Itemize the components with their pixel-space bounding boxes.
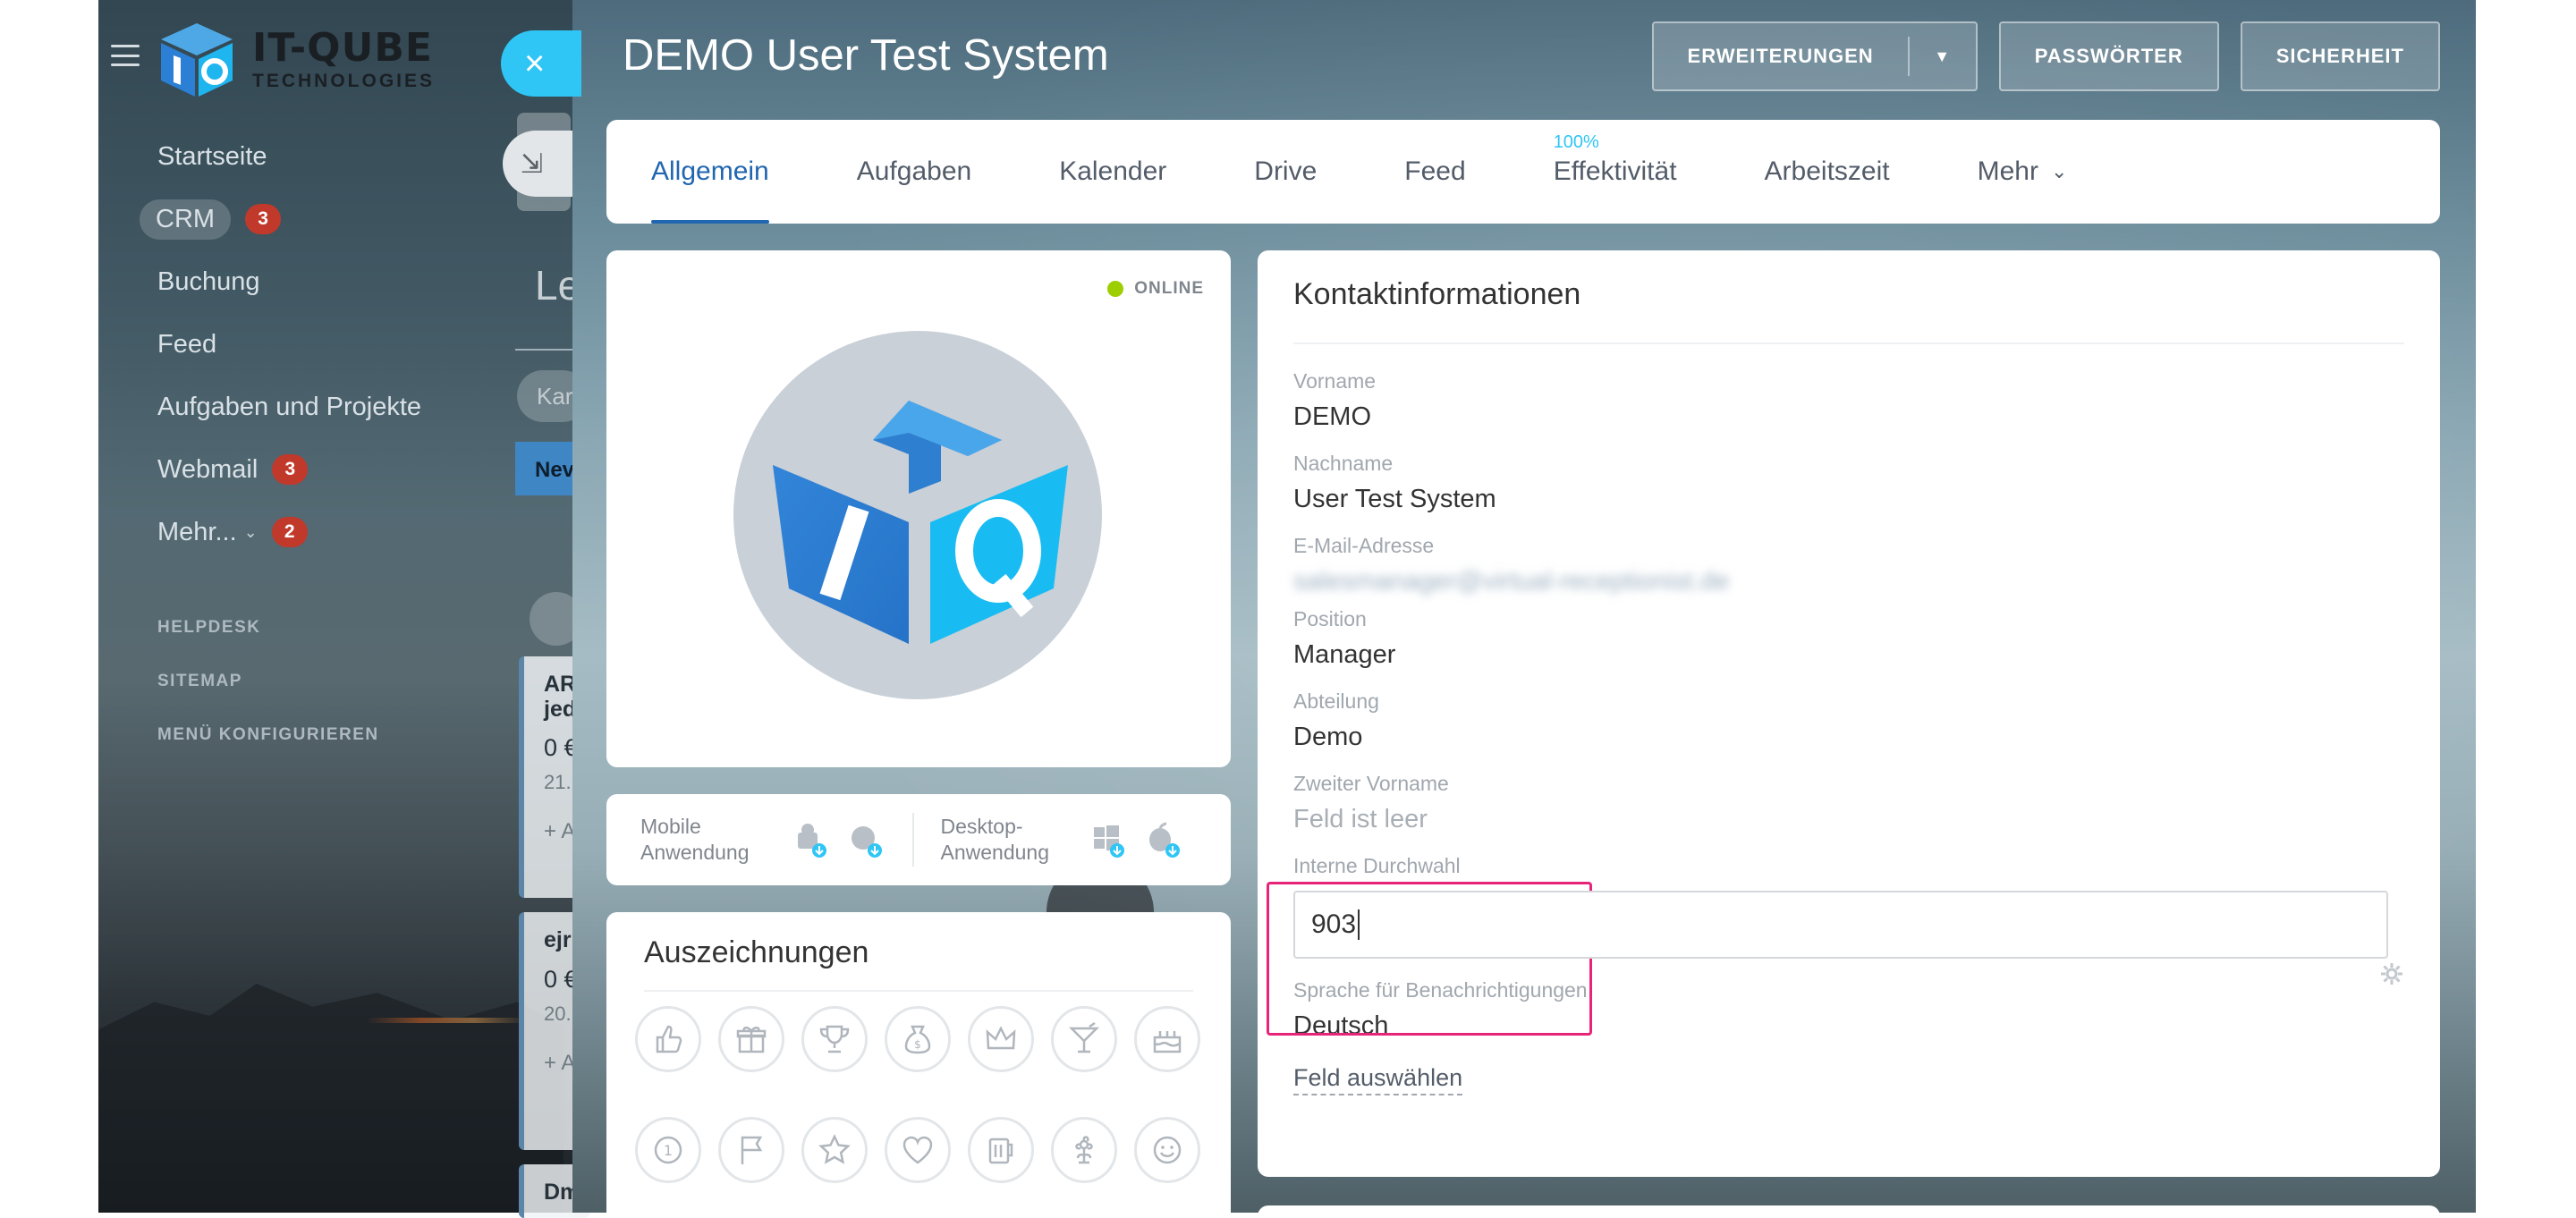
- cake-icon[interactable]: [1134, 1006, 1200, 1072]
- counter-badge: 2: [271, 517, 308, 547]
- header-actions: ERWEITERUNGEN ▼ PASSWÖRTER SICHERHEIT: [1651, 21, 2440, 91]
- brand-name: IT-QUBE: [252, 24, 433, 71]
- ios-download-icon[interactable]: [846, 820, 886, 859]
- efficiency-percent: 100%: [1553, 132, 1599, 152]
- cocktail-icon[interactable]: [1051, 1006, 1117, 1072]
- sidebar-item-startseite[interactable]: Startseite: [157, 125, 421, 188]
- chevron-down-icon: ⌄: [243, 522, 258, 541]
- tab-arbeitszeit[interactable]: Arbeitszeit: [1765, 120, 1890, 224]
- beer-icon[interactable]: [968, 1117, 1034, 1183]
- cube-logo-icon: [161, 23, 233, 97]
- tab-drive[interactable]: Drive: [1254, 120, 1317, 224]
- user-profile-slider: DEMO User Test System ERWEITERUNGEN ▼ PA…: [572, 0, 2476, 1213]
- contact-info-card: Kontaktinformationen Vorname DEMO Nachna…: [1258, 250, 2440, 1177]
- field-middle-name: Zweiter Vorname Feld ist leer: [1293, 772, 1449, 833]
- windows-download-icon[interactable]: [1089, 820, 1128, 859]
- sidebar-item-buchung[interactable]: Buchung: [157, 250, 421, 313]
- menu-icon[interactable]: [111, 45, 140, 66]
- awards-grid: $ 1: [635, 1006, 1200, 1183]
- apps-card: Mobile Anwendung Desktop- Anwendung: [606, 794, 1231, 885]
- field-position: Position Manager: [1293, 607, 1396, 669]
- sidebar-item-webmail[interactable]: Webmail 3: [157, 438, 421, 501]
- mobile-app-label: Mobile Anwendung: [640, 815, 750, 864]
- field-last-name: Nachname User Test System: [1293, 452, 1496, 513]
- tab-allgemein[interactable]: Allgemein: [651, 120, 769, 224]
- awards-title: Auszeichnungen: [644, 935, 869, 969]
- field-internal-extension: Interne Durchwahl 903: [1293, 854, 2404, 959]
- online-dot-icon: [1107, 281, 1124, 297]
- flag-icon[interactable]: [718, 1117, 784, 1183]
- counter-badge: 3: [272, 454, 309, 485]
- crown-icon[interactable]: [968, 1006, 1034, 1072]
- status-badge: ONLINE: [1107, 279, 1204, 299]
- sidebar-item-crm[interactable]: CRM 3: [140, 188, 421, 250]
- tab-feed[interactable]: Feed: [1404, 120, 1465, 224]
- field-department: Abteilung Demo: [1293, 689, 1379, 751]
- avatar-card: ONLINE: [606, 250, 1231, 767]
- svg-text:1: 1: [664, 1142, 673, 1159]
- tab-effektivitaet[interactable]: 100% Effektivität: [1554, 120, 1677, 224]
- awards-card: Auszeichnungen $ 1: [606, 912, 1231, 1213]
- counter-badge: 3: [245, 204, 282, 234]
- apple-download-icon[interactable]: [1144, 820, 1183, 859]
- tab-aufgaben[interactable]: Aufgaben: [857, 120, 971, 224]
- divider: [515, 349, 578, 351]
- chevron-down-icon: ⌄: [2050, 160, 2068, 182]
- sidebar-nav: Startseite CRM 3 Buchung Feed Aufgaben un…: [140, 125, 421, 762]
- brand-subtitle: TECHNOLOGIES: [252, 70, 436, 91]
- svg-text:$: $: [914, 1038, 921, 1051]
- extension-input[interactable]: 903: [1293, 891, 2388, 959]
- page-title: DEMO User Test System: [623, 31, 1109, 80]
- contact-info-title: Kontaktinformationen: [1293, 277, 1581, 311]
- trophy-icon[interactable]: [801, 1006, 868, 1072]
- sidebar-link-menu-config[interactable]: MENÜ KONFIGURIEREN: [157, 708, 421, 762]
- brand-logo[interactable]: IT-QUBE TECHNOLOGIES: [154, 20, 435, 98]
- flower-icon[interactable]: [1051, 1117, 1117, 1183]
- profile-tabs: Allgemein Aufgaben Kalender Drive Feed 1…: [606, 120, 2440, 224]
- sidebar-link-sitemap[interactable]: SITEMAP: [157, 655, 421, 708]
- desktop-app-label: Desktop- Anwendung: [940, 815, 1050, 864]
- select-field-link[interactable]: Feld auswählen: [1293, 1064, 1463, 1095]
- android-download-icon[interactable]: [791, 820, 830, 859]
- field-first-name: Vorname DEMO: [1293, 369, 1377, 431]
- gear-icon[interactable]: [2379, 961, 2404, 986]
- tab-mehr[interactable]: Mehr ⌄: [1978, 120, 2068, 224]
- money-bag-icon[interactable]: $: [885, 1006, 951, 1072]
- extensions-button[interactable]: ERWEITERUNGEN ▼: [1651, 21, 1978, 91]
- sidebar-item-feed[interactable]: Feed: [157, 313, 421, 376]
- passwords-button[interactable]: PASSWÖRTER: [1998, 21, 2219, 91]
- smile-icon[interactable]: [1134, 1117, 1200, 1183]
- close-slider-button[interactable]: ×: [501, 30, 581, 97]
- star-icon[interactable]: [801, 1117, 868, 1183]
- sidebar-link-helpdesk[interactable]: HELPDESK: [157, 601, 421, 655]
- heart-icon[interactable]: [885, 1117, 951, 1183]
- security-button[interactable]: SICHERHEIT: [2240, 21, 2440, 91]
- text-cursor: [1358, 909, 1360, 940]
- avatar[interactable]: [733, 331, 1102, 699]
- sidebar-item-aufgaben[interactable]: Aufgaben und Projekte: [157, 376, 421, 438]
- thumbs-up-icon[interactable]: [635, 1006, 701, 1072]
- gift-icon[interactable]: [718, 1006, 784, 1072]
- sidebar-item-mehr[interactable]: Mehr... ⌄ 2: [157, 501, 421, 563]
- next-card: [1258, 1205, 2440, 1213]
- caret-down-icon[interactable]: ▼: [1910, 47, 1976, 66]
- field-email: E-Mail-Adresse salesmanager@virtual-rece…: [1293, 534, 1730, 596]
- tab-kalender[interactable]: Kalender: [1059, 120, 1166, 224]
- close-icon: ×: [524, 43, 546, 83]
- number-one-icon[interactable]: 1: [635, 1117, 701, 1183]
